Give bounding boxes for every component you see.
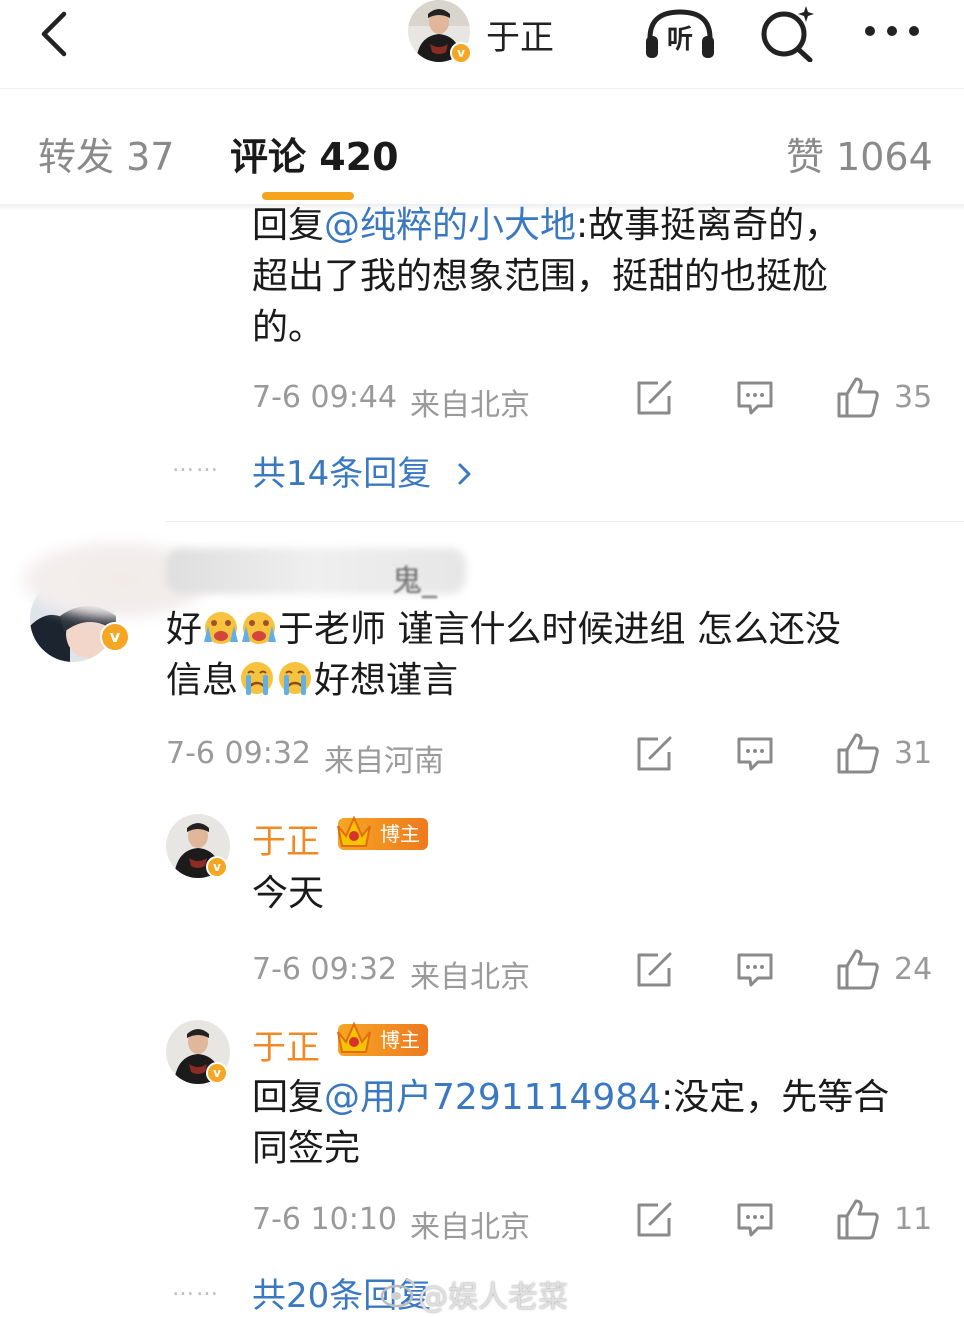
like-count: 31 — [894, 736, 933, 771]
listen-icon[interactable]: 听 — [644, 6, 716, 62]
replies-dots: …… — [172, 452, 220, 477]
more-options-icon[interactable] — [862, 16, 922, 46]
chevron-right-icon — [458, 463, 471, 485]
divider — [166, 521, 964, 522]
reply-date: 7-6 09:32 — [252, 952, 397, 987]
reply-location: 来自北京 — [410, 1210, 530, 1245]
reply-author-name[interactable]: 于正 — [252, 1020, 320, 1069]
share-icon[interactable] — [636, 736, 674, 772]
like-count: 24 — [894, 952, 933, 987]
tab-comments[interactable]: 评论 420 — [230, 126, 399, 181]
crying-emoji-icon — [242, 612, 277, 644]
like-icon[interactable] — [836, 732, 880, 774]
reply-text: 今天 — [252, 873, 325, 914]
mention-link[interactable]: @用户7291114984 — [324, 1077, 661, 1118]
verified-badge-icon: v — [206, 1062, 228, 1084]
crown-icon — [337, 815, 371, 847]
tab-reposts[interactable]: 转发 37 — [38, 126, 174, 181]
comment-text: 好于老师 谨言什么时候进组 怎么还没 信息 好想谨言 — [166, 609, 841, 701]
comment-icon[interactable] — [736, 952, 774, 988]
like-icon[interactable] — [836, 1198, 880, 1240]
sobbing-emoji-icon — [241, 662, 274, 695]
watermark: @娱人老菜 — [418, 1280, 568, 1315]
comment-location: 来自河南 — [324, 744, 444, 779]
share-icon[interactable] — [636, 952, 674, 988]
share-icon[interactable] — [636, 380, 674, 416]
like-icon[interactable] — [836, 376, 880, 418]
header-title: 于正 — [486, 18, 554, 58]
comment-date: 7-6 09:32 — [166, 736, 311, 771]
like-count: 11 — [894, 1202, 933, 1237]
comment-text: 回复@纯粹的小大地:故事挺离奇的， 超出了我的想象范围，挺甜的也挺尬 的。 — [252, 205, 841, 348]
like-count: 35 — [894, 380, 933, 415]
crown-icon — [337, 1021, 371, 1053]
comment-date: 7-6 09:44 — [252, 380, 397, 415]
crying-emoji-icon — [204, 612, 239, 644]
verified-badge-icon: v — [100, 622, 130, 652]
verified-badge-icon: v — [450, 42, 472, 64]
verified-badge-icon: v — [206, 856, 228, 878]
svg-text:听: 听 — [667, 25, 693, 55]
sobbing-emoji-icon — [279, 662, 312, 695]
comment-icon[interactable] — [736, 380, 774, 416]
comment-location: 来自北京 — [410, 388, 530, 423]
reply-date: 7-6 10:10 — [252, 1202, 397, 1237]
reply-author-name[interactable]: 于正 — [252, 814, 320, 863]
blogger-tag: 博主 — [337, 815, 428, 850]
top-bar: v 于正 听 — [0, 0, 964, 89]
view-replies-link[interactable]: 共14条回复 — [252, 446, 474, 495]
tab-bar: 转发 37 评论 420 赞 1064 — [0, 92, 964, 208]
share-icon[interactable] — [636, 1202, 674, 1238]
back-arrow-icon[interactable] — [34, 8, 78, 58]
comment-icon[interactable] — [736, 1202, 774, 1238]
mention-link[interactable]: @纯粹的小大地 — [324, 205, 576, 246]
weibo-logo-icon — [380, 1278, 416, 1308]
like-icon[interactable] — [836, 948, 880, 990]
username-tail: 鬼_ — [392, 564, 437, 599]
blogger-tag: 博主 — [337, 1021, 428, 1056]
replies-dots: …… — [172, 1276, 220, 1301]
search-icon[interactable] — [756, 4, 820, 62]
active-tab-indicator — [262, 192, 354, 200]
reply-text: 回复@用户7291114984:没定，先等合 同签完 — [252, 1077, 890, 1169]
reply-location: 来自北京 — [410, 960, 530, 995]
comment-icon[interactable] — [736, 736, 774, 772]
tab-likes[interactable]: 赞 1064 — [786, 126, 933, 181]
